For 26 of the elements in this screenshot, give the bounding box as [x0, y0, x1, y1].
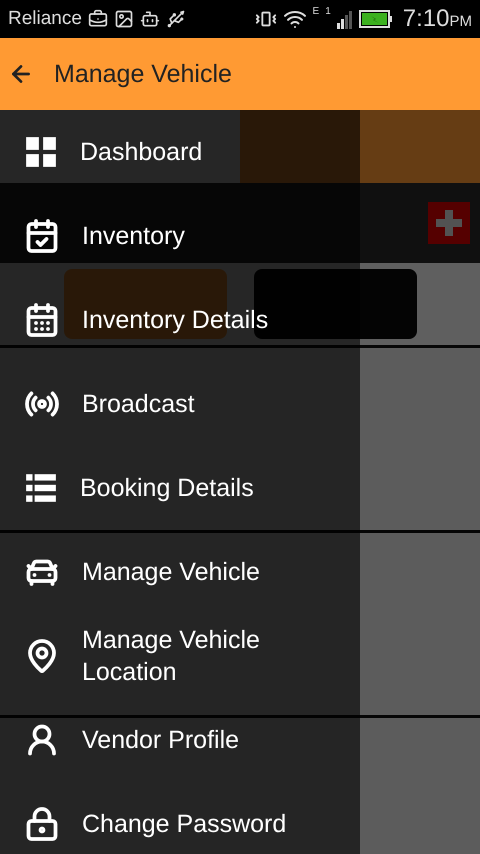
- plus-icon: [434, 208, 464, 238]
- briefcase-icon: [88, 9, 108, 29]
- image-icon: [114, 9, 134, 29]
- menu-item[interactable]: Manage Vehicle: [82, 556, 322, 588]
- menu-item[interactable]: Vendor Profile: [82, 724, 322, 756]
- battery-icon: [358, 9, 393, 29]
- lock-icon: [24, 806, 60, 842]
- menu-item[interactable]: Manage Vehicle Location: [82, 624, 322, 688]
- menu-item[interactable]: Dashboard: [80, 136, 320, 168]
- calendar-icon: [24, 302, 60, 338]
- menu-item[interactable]: Change Password: [82, 808, 322, 840]
- carrier-name: Reliance: [8, 8, 82, 30]
- sim-slot: 1: [325, 6, 331, 17]
- menu-item[interactable]: Inventory Details: [82, 304, 322, 336]
- clock-time: 7:10PM: [402, 5, 472, 33]
- menu-item[interactable]: Broadcast: [82, 388, 322, 420]
- menu-item[interactable]: Inventory: [82, 220, 322, 252]
- list-icon: [24, 471, 58, 505]
- network-type: E: [312, 6, 320, 17]
- calendar-check-icon: [24, 218, 60, 254]
- page-title: Manage Vehicle: [54, 60, 232, 88]
- menu-item[interactable]: Booking Details: [80, 472, 320, 504]
- grid-icon: [24, 135, 58, 169]
- signal-icon: [336, 9, 353, 29]
- robot-icon: [140, 9, 160, 29]
- usb-icon: [166, 9, 186, 29]
